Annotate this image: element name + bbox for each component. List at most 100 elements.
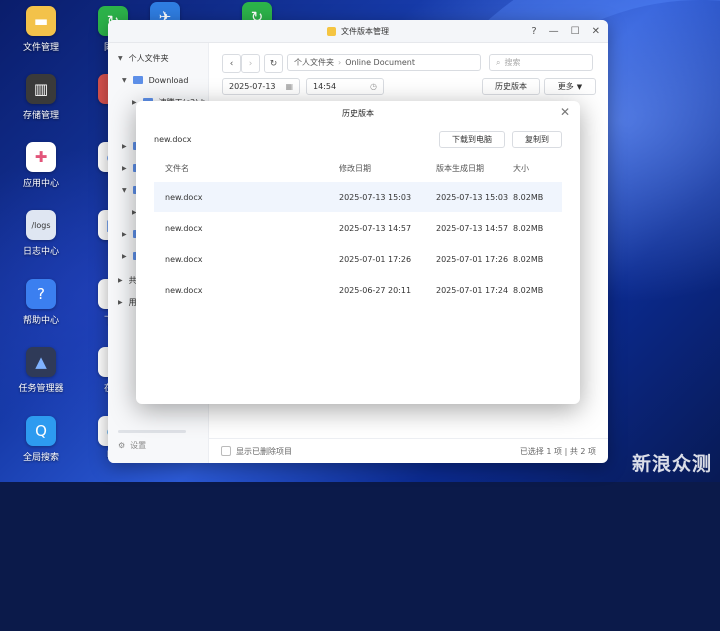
desktop-icon-task-manager[interactable]: ▲ 任务管理器 <box>6 347 76 394</box>
breadcrumb-separator: › <box>338 58 342 67</box>
table-row[interactable]: new.docx 2025-06-27 20:11 2025-07-01 17:… <box>154 275 562 305</box>
row-generated-date: 2025-07-13 15:03 <box>436 192 509 202</box>
history-version-button[interactable]: 历史版本 <box>482 78 540 95</box>
desktop-icon-file-manager[interactable]: ▬ 文件管理 <box>6 6 76 53</box>
window-titlebar[interactable]: 文件版本管理 ? — ☐ ✕ <box>108 20 608 43</box>
time-picker[interactable]: 14:54 ◷ <box>306 78 384 95</box>
desktop-icon-help[interactable]: ? 帮助中心 <box>6 279 76 326</box>
minimize-icon[interactable]: — <box>549 26 559 37</box>
breadcrumb-root[interactable]: 个人文件夹 <box>294 57 334 68</box>
desktop-icon-label: 帮助中心 <box>22 316 59 326</box>
refresh-button[interactable]: ↻ <box>264 54 283 73</box>
app-center-icon: ✚ <box>26 142 56 172</box>
row-size: 8.02MB <box>513 254 544 264</box>
show-deleted-checkbox[interactable] <box>221 446 231 456</box>
search-icon: ⌕ <box>496 57 501 67</box>
desktop-icon-storage[interactable]: ▥ 存储管理 <box>6 74 76 121</box>
desktop-icon-log-center[interactable]: /logs 日志中心 <box>6 210 76 257</box>
expand-arrow-icon[interactable]: ▶ <box>122 143 127 150</box>
global-search-icon: Q <box>26 416 56 446</box>
sidebar-scrollbar[interactable] <box>118 430 186 433</box>
sidebar-item-label: 个人文件夹 <box>128 53 169 63</box>
expand-arrow-icon[interactable]: ▼ <box>122 77 127 84</box>
column-header-modified[interactable]: 修改日期 <box>339 159 371 177</box>
forward-button[interactable]: › <box>241 54 260 73</box>
row-modified-date: 2025-07-01 17:26 <box>339 254 412 264</box>
date-value: 2025-07-13 <box>229 82 276 91</box>
help-icon[interactable]: ? <box>531 26 536 37</box>
column-header-generated[interactable]: 版本生成日期 <box>436 159 484 177</box>
expand-arrow-icon[interactable]: ▶ <box>118 277 123 284</box>
table-row[interactable]: new.docx 2025-07-13 14:57 2025-07-13 14:… <box>154 213 562 243</box>
log-icon: /logs <box>26 210 56 240</box>
search-placeholder: 搜索 <box>504 58 521 67</box>
download-to-pc-button[interactable]: 下载到电脑 <box>439 131 505 148</box>
chevron-left-icon: ‹ <box>229 58 234 69</box>
history-version-dialog: 历史版本 ✕ new.docx 下载到电脑 复制到 文件名 修改日期 版本生成日… <box>136 101 580 404</box>
search-input[interactable]: ⌕ 搜索 <box>489 54 593 71</box>
copy-to-button[interactable]: 复制到 <box>512 131 562 148</box>
desktop-icon-label: 应用中心 <box>22 179 59 189</box>
column-header-size[interactable]: 大小 <box>513 159 529 177</box>
close-icon[interactable]: ✕ <box>592 26 600 37</box>
sidebar-item-shared[interactable]: ▶ 共 <box>118 273 137 287</box>
download-to-pc-label: 下载到电脑 <box>452 135 492 144</box>
sidebar-item-user[interactable]: ▶ 用 <box>118 295 137 309</box>
calendar-icon: ▦ <box>285 82 293 91</box>
expand-arrow-icon[interactable]: ▶ <box>122 231 127 238</box>
chevron-down-icon: ▼ <box>576 82 583 91</box>
settings-label: 设置 <box>130 441 147 450</box>
row-size: 8.02MB <box>513 285 544 295</box>
show-deleted-label[interactable]: 显示已删除项目 <box>236 446 292 457</box>
table-row[interactable]: new.docx 2025-07-13 15:03 2025-07-13 15:… <box>154 182 562 212</box>
selection-status: 已选择 1 项 | 共 2 项 <box>519 446 596 456</box>
desktop-icon-global-search[interactable]: Q 全局搜索 <box>6 416 76 463</box>
row-generated-date: 2025-07-01 17:26 <box>436 254 509 264</box>
desktop-icon-label: 文件管理 <box>22 43 59 53</box>
expand-arrow-icon[interactable]: ▶ <box>122 253 127 260</box>
expand-arrow-icon[interactable]: ▶ <box>118 299 123 306</box>
column-header-name[interactable]: 文件名 <box>165 159 189 177</box>
storage-icon: ▥ <box>26 74 56 104</box>
table-row[interactable]: new.docx 2025-07-01 17:26 2025-07-01 17:… <box>154 244 562 274</box>
breadcrumb[interactable]: 个人文件夹 › Online Document <box>287 54 481 71</box>
dialog-file-name: new.docx <box>154 135 192 144</box>
watermark: 新浪众测 <box>632 453 713 475</box>
maximize-icon[interactable]: ☐ <box>571 26 580 37</box>
sidebar-item-label: Download <box>148 75 189 85</box>
desktop-icon-label: 日志中心 <box>22 247 59 257</box>
expand-arrow-icon[interactable]: ▼ <box>118 55 123 62</box>
more-label: 更多 <box>557 82 574 91</box>
row-generated-date: 2025-07-01 17:24 <box>436 285 509 295</box>
row-modified-date: 2025-07-13 15:03 <box>339 192 412 202</box>
close-icon[interactable]: ✕ <box>560 105 570 119</box>
desktop-icon-label: 存储管理 <box>22 111 59 121</box>
row-size: 8.02MB <box>513 192 544 202</box>
breadcrumb-current[interactable]: Online Document <box>345 58 415 67</box>
desktop-icon-label: 全局搜索 <box>22 453 59 463</box>
dialog-titlebar[interactable]: 历史版本 ✕ <box>136 101 580 125</box>
file-version-app-icon <box>327 26 336 36</box>
folder-icon: ▬ <box>26 6 56 36</box>
window-controls: ? — ☐ ✕ <box>531 20 600 42</box>
more-button[interactable]: 更多 ▼ <box>544 78 596 95</box>
copy-to-label: 复制到 <box>525 135 549 144</box>
settings-button[interactable]: ⚙ 设置 <box>118 440 146 451</box>
date-picker[interactable]: 2025-07-13 ▦ <box>222 78 300 95</box>
expand-arrow-icon[interactable]: ▶ <box>122 165 127 172</box>
row-file-name: new.docx <box>165 254 203 264</box>
status-bar: 显示已删除项目 已选择 1 项 | 共 2 项 <box>209 438 608 463</box>
expand-arrow-icon[interactable]: ▼ <box>122 187 127 194</box>
folder-icon <box>132 76 143 84</box>
refresh-icon: ↻ <box>269 58 278 69</box>
dialog-title: 历史版本 <box>342 108 374 118</box>
row-generated-date: 2025-07-13 14:57 <box>436 223 509 233</box>
help-icon: ? <box>26 279 56 309</box>
time-value: 14:54 <box>313 82 337 91</box>
sidebar-item-personal-folder[interactable]: ▼ 个人文件夹 <box>118 51 169 65</box>
desktop-icon-app-center[interactable]: ✚ 应用中心 <box>6 142 76 189</box>
row-size: 8.02MB <box>513 223 544 233</box>
sidebar-item-download[interactable]: ▼ Download <box>122 73 188 87</box>
chevron-right-icon: › <box>248 58 253 69</box>
back-button[interactable]: ‹ <box>222 54 241 73</box>
